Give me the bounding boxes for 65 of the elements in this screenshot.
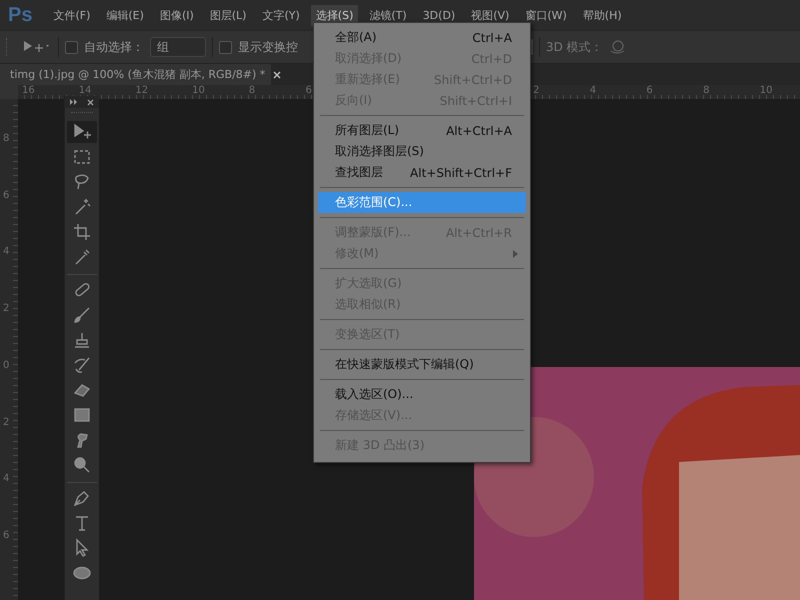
ruler-number: 14 bbox=[78, 85, 92, 96]
menu-item-label: 查找图层 bbox=[335, 164, 384, 181]
menu-item[interactable]: 全部(A) Ctrl+A bbox=[318, 27, 526, 48]
menu-bar-item[interactable]: 图像(I) bbox=[154, 4, 199, 26]
ruler-number: 2 bbox=[533, 85, 540, 96]
menu-item-label: 色彩范围(C)... bbox=[335, 194, 414, 211]
document-tab[interactable]: timg (1).jpg @ 100% (鱼木混猪 副本, RGB/8#) * bbox=[0, 64, 272, 85]
ruler-number: 6 bbox=[3, 190, 10, 201]
ruler-number: 8 bbox=[248, 85, 256, 96]
menu-bar-item[interactable]: 文字(Y) bbox=[257, 4, 305, 26]
close-icon[interactable] bbox=[273, 70, 282, 78]
ruler-number: 10 bbox=[192, 85, 205, 96]
menu-bar-item[interactable]: 编辑(E) bbox=[101, 4, 149, 26]
menu-item[interactable]: 色彩范围(C)... bbox=[318, 192, 526, 213]
ruler-number: 16 bbox=[22, 85, 35, 96]
menu-bar-item[interactable]: 视图(V) bbox=[466, 4, 514, 26]
ruler-number: 4 bbox=[3, 473, 10, 484]
brush-icon bbox=[72, 305, 92, 325]
menu-bar-item[interactable]: 图层(L) bbox=[204, 4, 252, 26]
ruler-number: 4 bbox=[590, 85, 596, 96]
3d-mode-label: 3D 模式： bbox=[546, 38, 603, 56]
menu-item[interactable]: 查找图层 Alt+Shift+Ctrl+F bbox=[318, 162, 526, 183]
history-icon bbox=[72, 355, 92, 375]
ruler-number: 8 bbox=[3, 133, 10, 144]
app-logo: Ps bbox=[8, 4, 32, 26]
submenu-arrow-icon bbox=[513, 250, 518, 258]
rotate-3d-icon[interactable] bbox=[608, 39, 625, 55]
menu-item-label: 全部(A) bbox=[335, 29, 378, 46]
ruler-number: 6 bbox=[3, 530, 10, 541]
ruler-number: 6 bbox=[306, 85, 312, 96]
menu-bar-item[interactable]: 文件(F) bbox=[48, 4, 96, 26]
show-transform-label: 显示变换控 bbox=[238, 38, 298, 56]
move-tool-icon[interactable] bbox=[22, 39, 52, 55]
auto-select-label: 自动选择： bbox=[84, 38, 144, 56]
shortcut-label: Alt+Shift+Ctrl+F bbox=[410, 166, 512, 180]
checkbox[interactable] bbox=[219, 40, 232, 54]
menu-item[interactable]: 载入选区(O)... bbox=[318, 384, 526, 405]
menu-bar-item[interactable]: 3D(D) bbox=[418, 6, 460, 24]
menu-item-label: 取消选择图层(S) bbox=[335, 143, 425, 160]
ruler-number: 2 bbox=[3, 416, 10, 428]
ruler-number: 10 bbox=[760, 85, 773, 96]
menu-item[interactable]: 取消选择图层(S) bbox=[318, 141, 526, 162]
checkbox[interactable] bbox=[65, 40, 78, 54]
dodge-icon bbox=[72, 455, 92, 475]
shortcut-label: Ctrl+A bbox=[472, 30, 512, 44]
ruler-number: 0 bbox=[3, 360, 10, 371]
menu-item-label: 载入选区(O)... bbox=[335, 386, 414, 403]
crop-icon bbox=[72, 222, 92, 242]
menu-bar-item[interactable]: 窗口(W) bbox=[520, 4, 572, 26]
ruler-number: 12 bbox=[135, 85, 148, 96]
ruler-number: 2 bbox=[3, 303, 10, 314]
ruler-number: 8 bbox=[703, 85, 710, 96]
menu-item[interactable]: 所有图层(L) Alt+Ctrl+A bbox=[318, 120, 526, 141]
close-icon[interactable] bbox=[87, 98, 94, 106]
move-tool[interactable] bbox=[67, 121, 97, 143]
menu-item-label: 在快速蒙版模式下编辑(Q) bbox=[335, 356, 475, 373]
menu-bar-item[interactable]: 帮助(H) bbox=[578, 4, 627, 26]
menu-bar-item[interactable]: 滤镜(T) bbox=[364, 4, 412, 26]
ruler-number: 4 bbox=[3, 246, 10, 258]
shortcut-label: Alt+Ctrl+A bbox=[446, 124, 512, 138]
ruler-number: 6 bbox=[646, 85, 653, 96]
menu-item-label: 所有图层(L) bbox=[335, 122, 400, 139]
menu-item[interactable]: 在快速蒙版模式下编辑(Q) bbox=[318, 354, 526, 375]
auto-select-dropdown[interactable]: 组 bbox=[150, 37, 206, 57]
stamp-icon bbox=[72, 330, 92, 350]
